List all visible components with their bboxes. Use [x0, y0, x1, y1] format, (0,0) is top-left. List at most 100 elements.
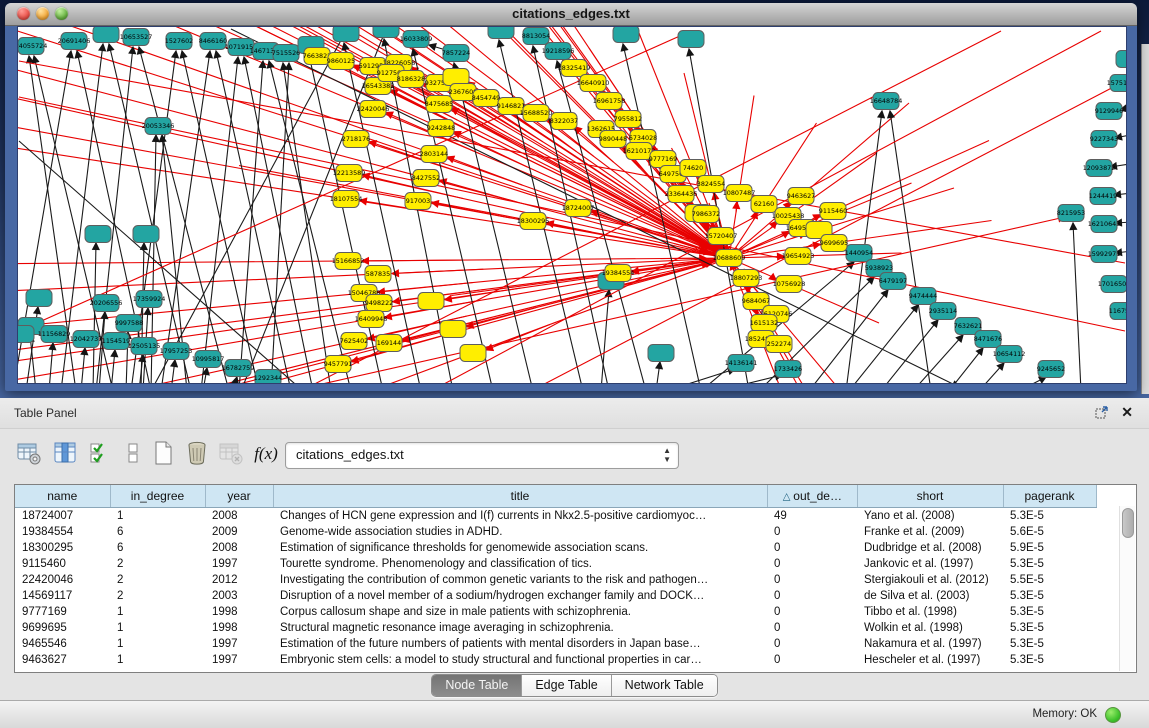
table-row[interactable]: 1830029562008Estimation of significance …: [15, 540, 1096, 556]
network-node[interactable]: 9699695: [820, 235, 848, 252]
delete-table-icon[interactable]: [218, 440, 246, 468]
edge[interactable]: [979, 363, 1004, 383]
network-node[interactable]: 587835: [365, 266, 391, 283]
edge[interactable]: [161, 51, 210, 383]
network-node[interactable]: 1167534: [1109, 303, 1126, 320]
network-node[interactable]: [440, 321, 466, 338]
network-node[interactable]: [443, 69, 469, 86]
network-node[interactable]: 10653527: [120, 29, 153, 46]
column-header-title[interactable]: title: [273, 485, 767, 508]
network-node[interactable]: 8813054: [522, 28, 550, 45]
network-node[interactable]: [133, 226, 159, 243]
network-node[interactable]: 7955812: [614, 111, 642, 128]
table-scrollbar[interactable]: [1119, 506, 1135, 671]
tab-node-table[interactable]: Node Table: [432, 675, 522, 696]
network-node[interactable]: 7515526: [272, 45, 300, 62]
network-node[interactable]: 18107554: [330, 191, 363, 208]
table-row[interactable]: 946362711997Embryonic stem cells: a mode…: [15, 652, 1096, 668]
column-header-pagerank[interactable]: pagerank: [1003, 485, 1096, 508]
network-node[interactable]: 18300295: [517, 213, 550, 230]
network-node[interactable]: 16961758: [593, 93, 626, 110]
network-node[interactable]: 17359924: [133, 291, 166, 308]
close-panel-icon[interactable]: ✕: [1121, 404, 1133, 421]
network-node[interactable]: 10756928: [773, 276, 806, 293]
network-node[interactable]: 10654112: [993, 346, 1026, 363]
network-node[interactable]: [613, 27, 639, 43]
edge[interactable]: [93, 243, 96, 383]
network-node[interactable]: 16782759: [222, 360, 255, 377]
table-settings-icon[interactable]: [16, 440, 44, 468]
network-node[interactable]: 16409948: [355, 311, 388, 328]
edge[interactable]: [881, 320, 938, 383]
table-row[interactable]: 1456911722003Disruption of a novel membe…: [15, 588, 1096, 604]
table-row[interactable]: 977716911998Corpus callosum shape and si…: [15, 604, 1096, 620]
column-header-out_de[interactable]: △out_de…: [767, 485, 857, 508]
network-node[interactable]: 169144: [376, 335, 402, 352]
table-selector-dropdown[interactable]: citations_edges.txt ▲▼: [285, 442, 679, 469]
column-header-short[interactable]: short: [857, 485, 1003, 508]
network-node[interactable]: 19218596: [542, 43, 575, 60]
network-node[interactable]: 1615132: [750, 315, 778, 332]
network-node[interactable]: 12213589: [333, 165, 366, 182]
network-node[interactable]: 7986372: [692, 206, 720, 223]
network-node[interactable]: 9860125: [327, 53, 355, 70]
select-all-icon[interactable]: [88, 440, 116, 468]
network-node[interactable]: 1292344: [254, 370, 282, 384]
network-node[interactable]: [85, 226, 111, 243]
table-row[interactable]: 946554611997Estimation of the future num…: [15, 636, 1096, 652]
network-node[interactable]: 8186328: [397, 71, 425, 88]
network-node[interactable]: 17016504: [1098, 276, 1126, 293]
network-node[interactable]: 9129946: [1095, 103, 1123, 120]
network-node[interactable]: 2718176: [342, 131, 370, 148]
edge[interactable]: [81, 348, 85, 383]
network-node[interactable]: 252274: [766, 336, 792, 353]
network-node[interactable]: 17957253: [160, 343, 193, 360]
network-node[interactable]: 20206556: [90, 295, 123, 312]
network-node[interactable]: 9227343: [1090, 131, 1118, 148]
edge[interactable]: [849, 305, 918, 383]
network-node[interactable]: 15992971: [1088, 246, 1121, 263]
network-node[interactable]: [678, 31, 704, 48]
delete-rows-icon[interactable]: [184, 440, 212, 468]
network-node[interactable]: [18, 326, 34, 343]
network-node[interactable]: 8475685: [425, 96, 453, 113]
network-node-hub[interactable]: 10688609: [713, 250, 746, 267]
network-node[interactable]: 7857224: [442, 45, 470, 62]
network-node[interactable]: 9115460: [819, 203, 847, 220]
network-node[interactable]: 9777169: [649, 151, 677, 168]
network-node[interactable]: 6479197: [879, 273, 907, 290]
unselect-all-icon[interactable]: [120, 440, 148, 468]
edge[interactable]: [890, 111, 931, 383]
selected-edge[interactable]: [432, 203, 512, 218]
network-node[interactable]: 1527602: [165, 33, 193, 50]
network-node[interactable]: 7625402: [340, 333, 368, 350]
function-builder-icon[interactable]: f(x): [252, 440, 280, 468]
network-node[interactable]: 15166852: [332, 253, 365, 270]
edge[interactable]: [171, 360, 175, 383]
network-node[interactable]: 62160: [751, 196, 777, 213]
network-node[interactable]: [333, 27, 359, 42]
network-node[interactable]: 3824554: [697, 176, 725, 193]
network-node[interactable]: 20691406: [58, 33, 91, 50]
network-node[interactable]: 10807487: [723, 185, 756, 202]
network-node[interactable]: 24055724: [18, 38, 47, 55]
edge[interactable]: [949, 348, 983, 383]
edge[interactable]: [1073, 223, 1081, 383]
network-node[interactable]: 20053346: [142, 118, 175, 135]
network-node[interactable]: 2935114: [929, 303, 957, 320]
network-node[interactable]: [93, 27, 119, 43]
network-node[interactable]: 9463627: [787, 188, 815, 205]
table-row[interactable]: 1872400712008Changes of HCN gene express…: [15, 508, 1096, 525]
network-node[interactable]: 74620: [680, 160, 706, 177]
network-node[interactable]: 10995817: [192, 351, 225, 368]
selected-edge[interactable]: [19, 61, 1125, 263]
network-node[interactable]: 9890448: [599, 131, 627, 148]
column-header-name[interactable]: name: [15, 485, 110, 508]
network-window-titlebar[interactable]: citations_edges.txt: [5, 3, 1137, 26]
network-node[interactable]: 8471676: [974, 331, 1002, 348]
network-node[interactable]: 12505135: [128, 338, 161, 355]
network-node[interactable]: [648, 345, 674, 362]
table-scrollbar-thumb[interactable]: [1122, 508, 1134, 538]
network-node[interactable]: [373, 27, 399, 38]
network-node[interactable]: 9457791: [324, 356, 352, 373]
